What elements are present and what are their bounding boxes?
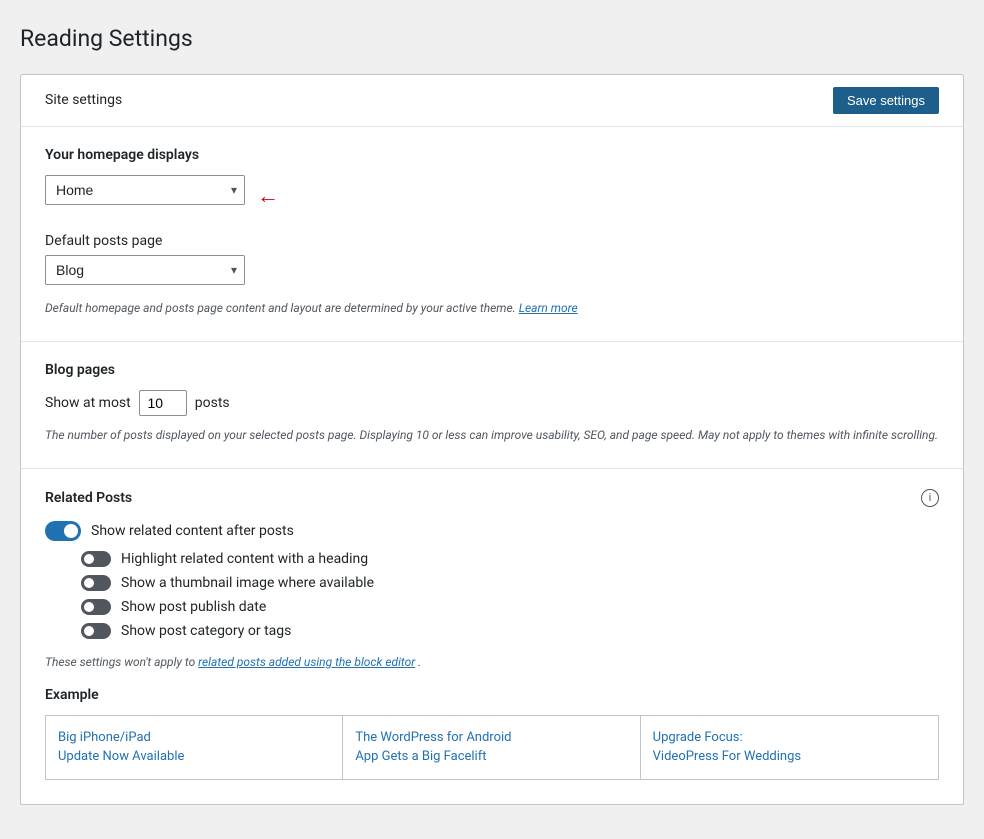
default-posts-select-wrapper: Blog Home About News ▾ bbox=[45, 255, 245, 285]
blog-pages-title: Blog pages bbox=[45, 362, 939, 378]
learn-more-link[interactable]: Learn more bbox=[519, 301, 578, 315]
highlight-heading-toggle[interactable] bbox=[81, 551, 111, 567]
block-editor-link[interactable]: related posts added using the block edit… bbox=[198, 655, 415, 669]
highlight-heading-label: Highlight related content with a heading bbox=[121, 551, 368, 567]
show-at-most-suffix: posts bbox=[195, 395, 230, 411]
homepage-dropdown-row: Home Blog About Contact ▾ ← bbox=[45, 175, 939, 219]
thumbnail-label: Show a thumbnail image where available bbox=[121, 575, 374, 591]
show-related-toggle-row: Show related content after posts bbox=[45, 521, 939, 541]
show-related-label: Show related content after posts bbox=[91, 523, 294, 539]
category-tags-toggle-row: Show post category or tags bbox=[81, 623, 939, 639]
page-title: Reading Settings bbox=[20, 24, 964, 54]
example-title: Example bbox=[45, 687, 939, 703]
example-grid: Big iPhone/iPad Update Now Available The… bbox=[45, 715, 939, 780]
example-link-2-line2[interactable]: App Gets a Big Facelift bbox=[355, 747, 627, 767]
default-posts-label: Default posts page bbox=[45, 233, 939, 249]
related-posts-footnote: These settings won't apply to related po… bbox=[45, 653, 939, 671]
publish-date-label: Show post publish date bbox=[121, 599, 266, 615]
highlight-heading-toggle-row: Highlight related content with a heading bbox=[81, 551, 939, 567]
blog-pages-section: Blog pages Show at most posts The number… bbox=[21, 342, 963, 469]
show-related-toggle[interactable] bbox=[45, 521, 81, 541]
info-icon[interactable]: i bbox=[921, 489, 939, 507]
example-cell-3: Upgrade Focus: VideoPress For Weddings bbox=[641, 716, 938, 779]
show-at-most-row: Show at most posts bbox=[45, 390, 939, 416]
example-cell-2: The WordPress for Android App Gets a Big… bbox=[343, 716, 640, 779]
related-posts-header: Related Posts i bbox=[45, 489, 939, 507]
thumbnail-toggle-row: Show a thumbnail image where available bbox=[81, 575, 939, 591]
related-posts-section: Related Posts i Show related content aft… bbox=[21, 469, 963, 804]
example-link-2-line1[interactable]: The WordPress for Android bbox=[355, 728, 627, 748]
homepage-select-wrapper: Home Blog About Contact ▾ bbox=[45, 175, 245, 205]
thumbnail-toggle[interactable] bbox=[81, 575, 111, 591]
site-settings-label: Site settings bbox=[45, 92, 122, 108]
homepage-section-title: Your homepage displays bbox=[45, 147, 939, 163]
posts-count-input[interactable] bbox=[139, 390, 187, 416]
save-settings-button[interactable]: Save settings bbox=[833, 87, 939, 114]
settings-card: Site settings Save settings Your homepag… bbox=[20, 74, 964, 805]
example-link-3-line2[interactable]: VideoPress For Weddings bbox=[653, 747, 926, 767]
example-link-3-line1[interactable]: Upgrade Focus: bbox=[653, 728, 926, 748]
homepage-section: Your homepage displays Home Blog About C… bbox=[21, 127, 963, 342]
homepage-select[interactable]: Home Blog About Contact bbox=[45, 175, 245, 205]
publish-date-toggle-row: Show post publish date bbox=[81, 599, 939, 615]
blog-pages-description: The number of posts displayed on your se… bbox=[45, 426, 939, 444]
example-link-1-line1[interactable]: Big iPhone/iPad bbox=[58, 728, 330, 748]
show-at-most-prefix: Show at most bbox=[45, 395, 131, 411]
red-arrow-indicator-icon: ← bbox=[257, 186, 279, 208]
category-tags-label: Show post category or tags bbox=[121, 623, 291, 639]
card-header: Site settings Save settings bbox=[21, 75, 963, 127]
category-tags-toggle[interactable] bbox=[81, 623, 111, 639]
homepage-description: Default homepage and posts page content … bbox=[45, 299, 939, 317]
related-posts-title: Related Posts bbox=[45, 490, 132, 506]
example-cell-1: Big iPhone/iPad Update Now Available bbox=[46, 716, 343, 779]
default-posts-select[interactable]: Blog Home About News bbox=[45, 255, 245, 285]
publish-date-toggle[interactable] bbox=[81, 599, 111, 615]
example-link-1-line2[interactable]: Update Now Available bbox=[58, 747, 330, 767]
